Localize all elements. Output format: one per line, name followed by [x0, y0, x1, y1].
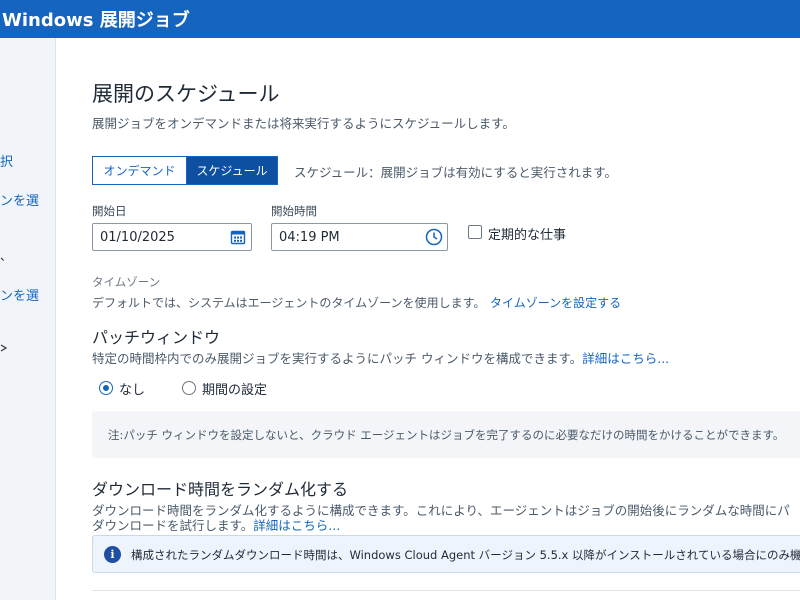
chevron-icon [0, 341, 8, 352]
patch-window-description-text: 特定の時間枠内でのみ展開ジョブを実行するようにパッチ ウィンドウを構成できます。 [92, 351, 583, 366]
sidebar-item-3: 、 [0, 249, 13, 263]
set-timezone-link[interactable]: タイムゾーンを設定する [490, 294, 621, 311]
info-icon: i [104, 546, 121, 563]
recurring-job-checkbox[interactable] [468, 225, 482, 239]
timezone-label: タイムゾーン [92, 275, 161, 289]
randomize-description-line2-text: ダウンロードを試行します。 [92, 518, 254, 533]
patch-window-period-radio[interactable] [182, 381, 196, 395]
recurring-job-label: 定期的な仕事 [488, 228, 567, 243]
sidebar-item-2[interactable]: ンを選 [0, 190, 39, 209]
patch-window-note-text: 注:パッチ ウィンドウを設定しないと、クラウド エージェントはジョブを完了するの… [108, 428, 785, 442]
randomize-learn-more-link[interactable]: 詳細はこちら... [253, 518, 340, 533]
schedule-subtitle: 展開ジョブをオンデマンドまたは将来実行するようにスケジュールします。 [92, 116, 515, 131]
start-date-value: 01/10/2025 [100, 229, 175, 245]
patch-window-none-radio[interactable] [99, 381, 113, 395]
timezone-description: デフォルトでは、システムはエージェントのタイムゾーンを使用します。 [92, 296, 486, 310]
start-date-field[interactable]: 01/10/2025 [92, 223, 252, 251]
schedule-button[interactable]: スケジュール [186, 157, 277, 184]
start-date-label: 開始日 [92, 204, 127, 218]
patch-window-period-label: 期間の設定 [202, 383, 268, 398]
main-content: 展開のスケジュール 展開ジョブをオンデマンドまたは将来実行するようにスケジュール… [57, 38, 800, 600]
clock-icon[interactable] [421, 224, 447, 250]
patch-window-title: パッチウィンドウ [92, 328, 221, 347]
randomize-info-text: 構成されたランダムダウンロード時間は、Windows Cloud Agent バ… [131, 548, 800, 562]
patch-window-description: 特定の時間枠内でのみ展開ジョブを実行するようにパッチ ウィンドウを構成できます。… [92, 348, 669, 367]
start-time-label: 開始時間 [271, 204, 317, 218]
app-title: Windows 展開ジョブ [2, 10, 190, 31]
patch-window-note: 注:パッチ ウィンドウを設定しないと、クラウド エージェントはジョブを完了するの… [92, 411, 800, 458]
calendar-icon[interactable] [225, 224, 251, 250]
randomize-info-banner: i 構成されたランダムダウンロード時間は、Windows Cloud Agent… [92, 535, 800, 573]
on-demand-button[interactable]: オンデマンド [93, 157, 186, 184]
schedule-mode-toggle: オンデマンド スケジュール [92, 156, 278, 185]
schedule-mode-info: スケジュール：展開ジョブは有効にすると実行されます。 [294, 165, 618, 180]
sidebar: 択 ンを選 、 ンを選 [0, 38, 56, 600]
sidebar-item-4[interactable]: ンを選 [0, 285, 39, 304]
patch-window-learn-more-link[interactable]: 詳細はこちら... [582, 351, 669, 366]
sidebar-item-1[interactable]: 択 [0, 151, 13, 170]
start-time-field[interactable]: 04:19 PM [271, 223, 448, 251]
start-time-value: 04:19 PM [279, 229, 340, 245]
app-header: Windows 展開ジョブ [0, 0, 800, 38]
schedule-title: 展開のスケジュール [92, 82, 280, 106]
randomize-title: ダウンロード時間をランダム化する [92, 480, 349, 499]
randomize-description-line2: ダウンロードを試行します。詳細はこちら... [92, 515, 340, 534]
section-divider [92, 590, 800, 591]
patch-window-none-label: なし [119, 383, 146, 398]
